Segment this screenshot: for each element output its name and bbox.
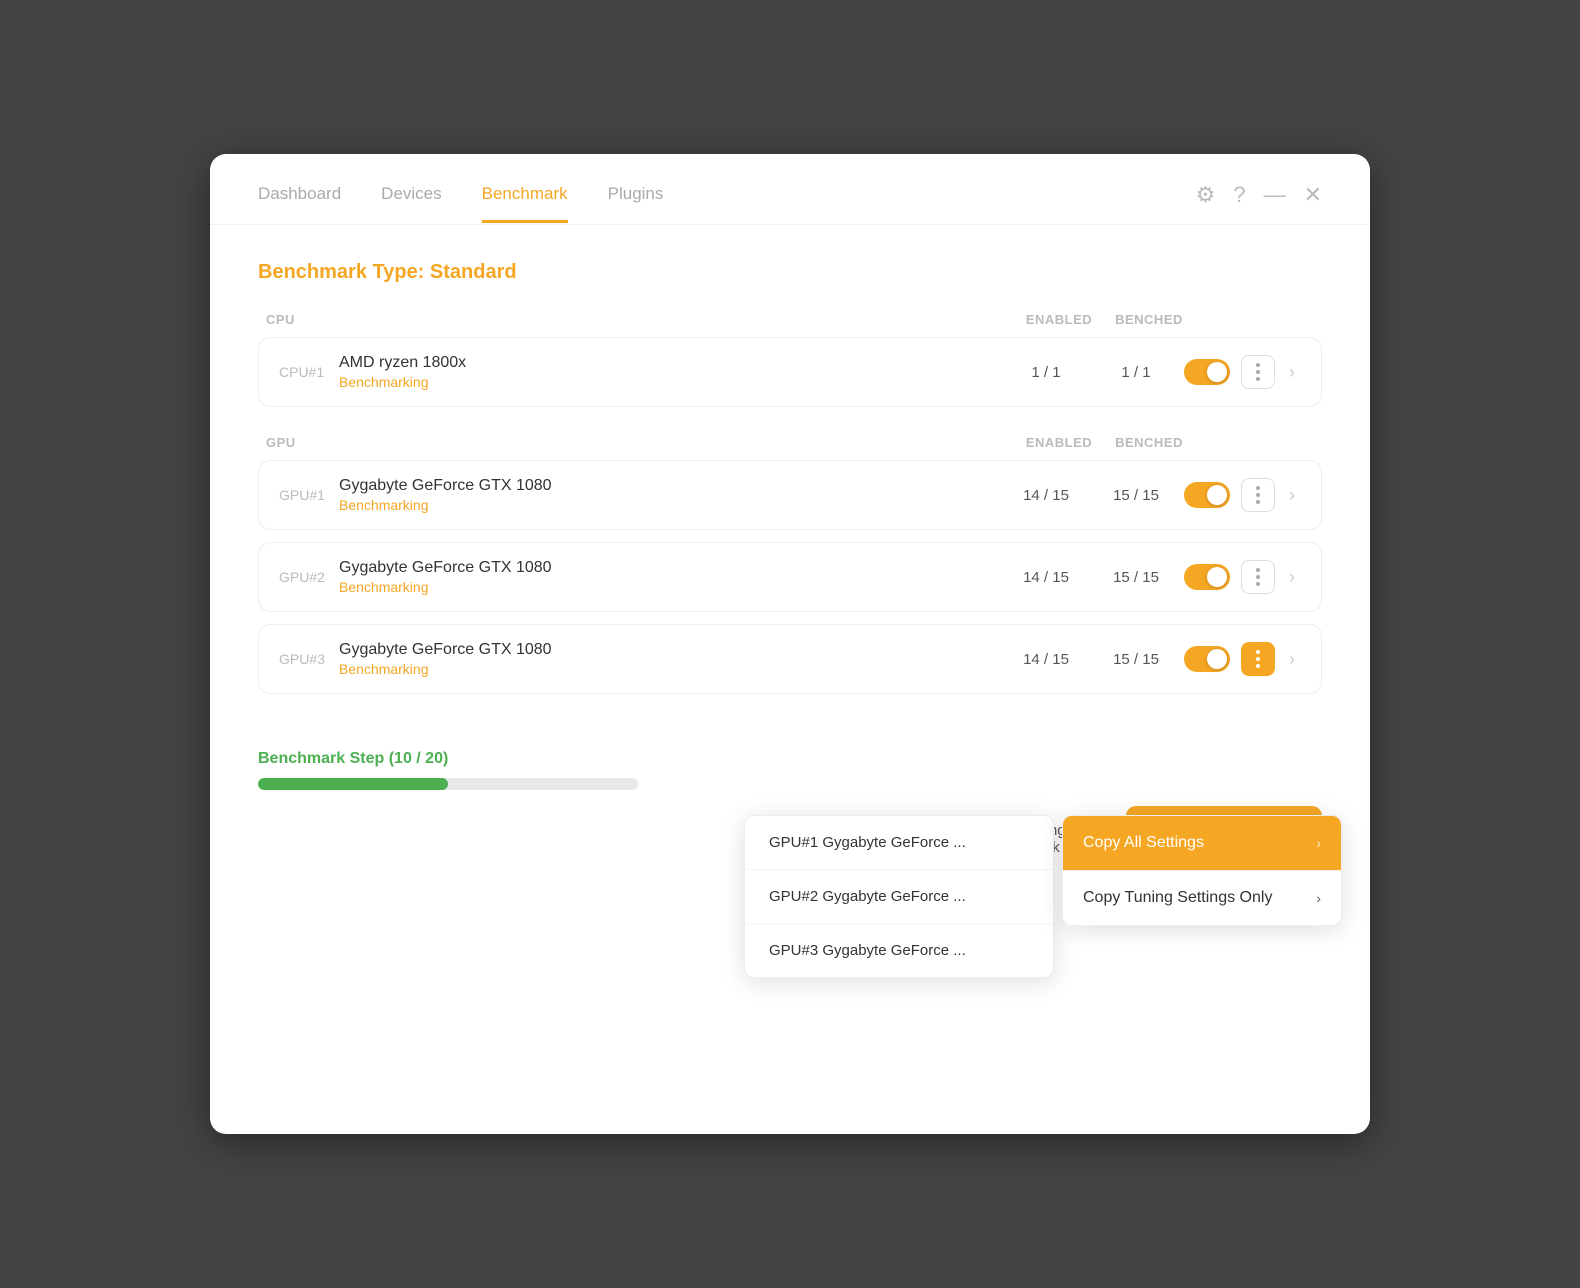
gpu3-info: Gygabyte GeForce GTX 1080 Benchmarking [339,641,1001,677]
cpu1-info: AMD ryzen 1800x Benchmarking [339,354,1001,390]
nav-links: Dashboard Devices Benchmark Plugins [258,184,1196,223]
copy-tuning-settings-btn[interactable]: Copy Tuning Settings Only › [1063,871,1341,925]
gpu2-name: Gygabyte GeForce GTX 1080 [339,559,1001,577]
gpu2-toggle[interactable] [1184,564,1230,590]
gpu-row-1: GPU#1 Gygabyte GeForce GTX 1080 Benchmar… [258,460,1322,530]
cpu-benched-header: BENCHED [1104,312,1194,327]
copy-menu: Copy All Settings › Copy Tuning Settings… [1062,815,1342,926]
gpu3-benched: 15 / 15 [1091,651,1181,668]
minimize-icon[interactable]: — [1264,182,1286,208]
cpu-label: CPU [266,312,1014,327]
cpu1-dots-btn[interactable] [1241,355,1275,389]
gpu1-toggle[interactable] [1184,482,1230,508]
settings-icon[interactable]: ⚙ [1196,182,1216,208]
gpu2-toggle-wrap [1181,564,1233,590]
dropdown-row: GPU#1 Gygabyte GeForce ... GPU#2 Gygabyt… [744,815,1342,982]
cpu-section-header: CPU ENABLED BENCHED [258,312,1322,327]
gpu-submenu-item-2[interactable]: GPU#2 Gygabyte GeForce ... [745,870,1053,924]
cpu-row-1: CPU#1 AMD ryzen 1800x Benchmarking 1 / 1… [258,337,1322,407]
nav-benchmark[interactable]: Benchmark [482,184,568,223]
gpu2-benched: 15 / 15 [1091,569,1181,586]
gpu-benched-header: BENCHED [1104,435,1194,450]
copy-all-settings-btn[interactable]: Copy All Settings › [1063,816,1341,870]
nav-bar: Dashboard Devices Benchmark Plugins ⚙ ? … [210,154,1370,225]
nav-plugins[interactable]: Plugins [608,184,664,223]
gpu3-name: Gygabyte GeForce GTX 1080 [339,641,1001,659]
nav-dashboard[interactable]: Dashboard [258,184,341,223]
progress-bar-fill [258,778,448,790]
gpu-section-header: GPU ENABLED BENCHED [258,435,1322,450]
content: Benchmark Type: Standard CPU ENABLED BEN… [210,225,1370,694]
gpu1-dots-btn[interactable] [1241,478,1275,512]
gpu-enabled-header: ENABLED [1014,435,1104,450]
gpu1-toggle-wrap [1181,482,1233,508]
cpu-enabled-header: ENABLED [1014,312,1104,327]
main-window: Dashboard Devices Benchmark Plugins ⚙ ? … [210,154,1370,1134]
gpu2-status: Benchmarking [339,579,1001,595]
gpu2-enabled: 14 / 15 [1001,569,1091,586]
cpu1-enabled: 1 / 1 [1001,364,1091,381]
gpu1-status: Benchmarking [339,497,1001,513]
close-icon[interactable]: ✕ [1304,182,1322,208]
gpu3-id: GPU#3 [279,651,339,667]
cpu1-id: CPU#1 [279,364,339,380]
cpu1-status: Benchmarking [339,374,1001,390]
gpu3-chevron[interactable]: › [1283,645,1301,674]
gpu-label: GPU [266,435,1014,450]
gpu3-status: Benchmarking [339,661,1001,677]
gpu-row-3: GPU#3 Gygabyte GeForce GTX 1080 Benchmar… [258,624,1322,694]
gpu3-toggle-wrap [1181,646,1233,672]
benchmark-step-label: Benchmark Step (10 / 20) [258,750,1322,768]
gpu-submenu-item-3[interactable]: GPU#3 Gygabyte GeForce ... [745,924,1053,977]
gpu-submenu: GPU#1 Gygabyte GeForce ... GPU#2 Gygabyt… [744,815,1054,978]
nav-controls: ⚙ ? — ✕ [1196,182,1322,224]
gpu2-chevron[interactable]: › [1283,563,1301,592]
gpu1-chevron[interactable]: › [1283,481,1301,510]
gpu-submenu-item-1[interactable]: GPU#1 Gygabyte GeForce ... [745,816,1053,870]
help-icon[interactable]: ? [1233,182,1245,208]
cpu-section: CPU ENABLED BENCHED CPU#1 AMD ryzen 1800… [258,312,1322,407]
copy-all-chevron-icon: › [1316,835,1321,851]
gpu1-enabled: 14 / 15 [1001,487,1091,504]
gpu1-benched: 15 / 15 [1091,487,1181,504]
dropdown-overlay: GPU#1 Gygabyte GeForce ... GPU#2 Gygabyt… [744,815,1342,982]
gpu1-info: Gygabyte GeForce GTX 1080 Benchmarking [339,477,1001,513]
gpu3-dots-btn[interactable] [1241,642,1275,676]
progress-bar [258,778,638,790]
gpu2-dots-btn[interactable] [1241,560,1275,594]
gpu3-enabled: 14 / 15 [1001,651,1091,668]
cpu1-chevron[interactable]: › [1283,358,1301,387]
benchmark-type: Benchmark Type: Standard [258,261,1322,284]
gpu2-info: Gygabyte GeForce GTX 1080 Benchmarking [339,559,1001,595]
nav-devices[interactable]: Devices [381,184,441,223]
gpu1-id: GPU#1 [279,487,339,503]
cpu1-toggle[interactable] [1184,359,1230,385]
cpu1-benched: 1 / 1 [1091,364,1181,381]
gpu2-id: GPU#2 [279,569,339,585]
gpu1-name: Gygabyte GeForce GTX 1080 [339,477,1001,495]
gpu-section: GPU ENABLED BENCHED GPU#1 Gygabyte GeFor… [258,435,1322,694]
gpu-row-2: GPU#2 Gygabyte GeForce GTX 1080 Benchmar… [258,542,1322,612]
cpu1-toggle-wrap [1181,359,1233,385]
cpu1-name: AMD ryzen 1800x [339,354,1001,372]
copy-tuning-chevron-icon: › [1316,890,1321,906]
gpu3-toggle[interactable] [1184,646,1230,672]
